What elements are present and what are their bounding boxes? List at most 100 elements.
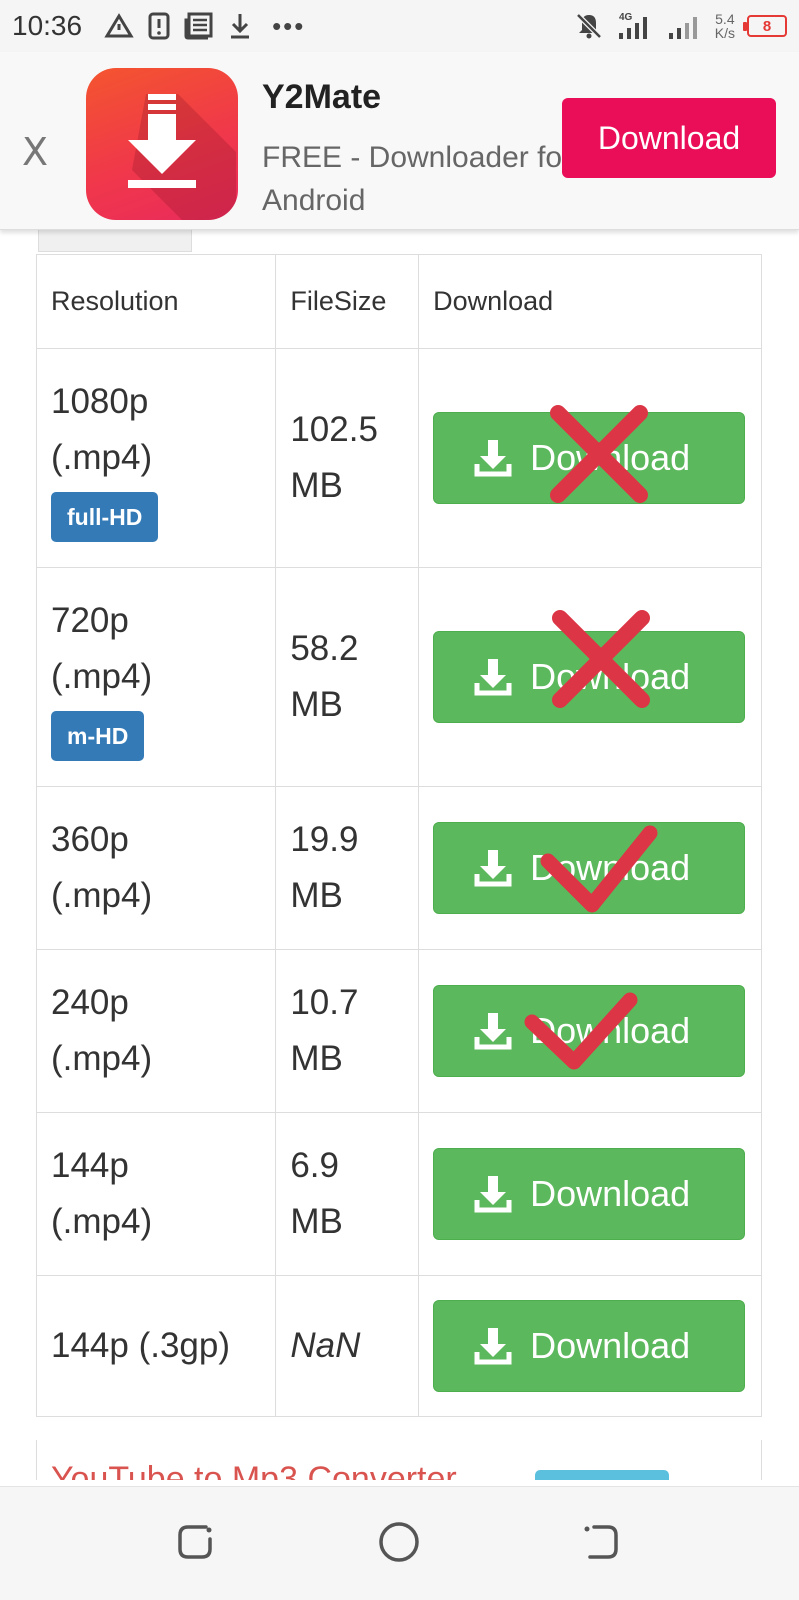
warning-icon [104,13,134,38]
filesize-unit: MB [290,1202,343,1241]
filesize-value: 10.7 [290,983,359,1022]
resolution-cell: 360p (.mp4) [35,786,277,950]
status-time: 10:36 [12,10,83,41]
download-icon [474,850,512,887]
filesize-unit: MB [290,1039,343,1078]
resolution-cell: 240p (.mp4) [35,949,277,1113]
download-button[interactable]: Download [433,610,746,723]
filesize-value: 58.2 [290,629,359,668]
download-cell: Download [418,1112,762,1276]
download-cell: Download [418,949,762,1113]
network-speed-value: 5.4 [715,11,735,27]
resolution-label: 240p [51,983,129,1022]
download-button[interactable]: Download [433,405,746,504]
network-speed-unit: K/s [714,25,735,41]
table-row: 360p (.mp4) 19.9 MB Download [35,786,762,950]
quality-badge: m-HD [51,711,145,761]
resolution-format: (.mp4) [51,438,153,477]
signal-icon [668,17,697,39]
ad-banner[interactable]: X Y2Mate FREE - Downloader for Android D… [0,52,799,230]
mute-bell-icon [575,13,602,39]
signal-4g-icon: 4G [618,12,647,39]
ad-description-line1: FREE - Downloader for [262,141,562,174]
y2mate-logo[interactable] [86,68,238,220]
download-icon [474,1176,512,1213]
filesize-value: 19.9 [290,820,359,859]
network-type-label: 4G [619,12,633,23]
resolution-label: 1080p [51,382,149,421]
more-notifications-icon: ••• [272,10,306,41]
download-button-label: Download [530,656,691,697]
filesize-cell: 58.2 MB [275,567,420,787]
table-row: 720p (.mp4) m-HD 58.2 MB Download [35,567,762,787]
resolution-cell: 144p (.mp4) [35,1112,277,1276]
filesize-unit: MB [290,876,343,915]
download-cell: Download [418,1275,762,1417]
resolution-cell: 720p (.mp4) m-HD [35,567,277,787]
filesize-value: 102.5 [290,410,378,449]
mp3-converter-link[interactable]: YouTube to Mp3 Converter [51,1460,457,1480]
navigation-bar [0,1486,799,1600]
network-speed: 5.4 K/s [715,12,735,40]
download-button[interactable]: Download [433,822,746,914]
resolution-label: 144p (.3gp) [51,1326,231,1365]
home-icon[interactable] [378,1521,420,1563]
table-row: 144p (.3gp) NaN Download [35,1275,762,1417]
download-arrow-icon [128,94,236,220]
status-system-icons: 4G 5.4 K/s 8 [575,11,787,41]
table-row: 240p (.mp4) 10.7 MB Download [35,949,762,1113]
ad-app-name: Y2Mate [262,78,382,116]
download-button-label: Download [530,1325,691,1366]
download-button[interactable]: Download [433,1300,746,1392]
cut-off-section: YouTube to Mp3 Converter [36,1440,762,1480]
news-icon [184,12,213,40]
download-icon [474,440,512,477]
ad-close-button[interactable]: X [22,130,48,174]
resolution-format: (.mp4) [51,1202,153,1241]
quality-badge: full-HD [51,492,159,542]
resolution-label: 144p [51,1146,129,1185]
filesize-value: 6.9 [290,1146,339,1185]
resolution-cell: 144p (.3gp) [35,1275,277,1417]
resolution-cell: 1080p (.mp4) full-HD [35,348,277,568]
filesize-cell: 19.9 MB [275,786,420,950]
download-icon [474,659,512,696]
resolution-format: (.mp4) [51,657,153,696]
table-row: 1080p (.mp4) full-HD 102.5 MB Download [35,348,762,568]
download-cell: Download [418,348,762,568]
filesize-unit: MB [290,685,343,724]
recent-apps-icon[interactable] [176,1521,216,1561]
download-button[interactable]: Download [433,985,746,1077]
download-button-label: Download [530,437,691,478]
header-filesize: FileSize [275,254,420,349]
filesize-unit: MB [290,466,343,505]
download-cell: Download [418,567,762,787]
table-row: 144p (.mp4) 6.9 MB Download [35,1112,762,1276]
resolution-format: (.mp4) [51,876,153,915]
resolution-label: 720p [51,601,129,640]
download-cell: Download [418,786,762,950]
download-table: Resolution FileSize Download 1080p (.mp4… [35,254,762,1417]
filesize-cell: 6.9 MB [275,1112,420,1276]
download-icon [474,1328,512,1365]
download-button-label: Download [530,1173,691,1214]
header-resolution: Resolution [35,254,277,349]
header-download: Download [418,254,762,349]
resolution-label: 360p [51,820,129,859]
battery-icon: 8 [743,15,787,37]
download-button-label: Download [530,1010,691,1051]
table-header-row: Resolution FileSize Download [35,254,762,349]
filesize-cell: 10.7 MB [275,949,420,1113]
download-button-label: Download [530,847,691,888]
ad-download-button[interactable]: Download [562,98,776,178]
filesize-cell: 102.5 MB [275,348,420,568]
alert-notification-icon [148,12,170,40]
filesize-cell: NaN [275,1275,420,1417]
new-badge [535,1470,669,1480]
filesize-value: NaN [290,1326,361,1365]
download-icon [474,1013,512,1050]
back-icon[interactable] [582,1521,622,1561]
download-button[interactable]: Download [433,1148,746,1240]
resolution-format: (.mp4) [51,1039,153,1078]
ad-description-line2: Android [262,184,366,217]
